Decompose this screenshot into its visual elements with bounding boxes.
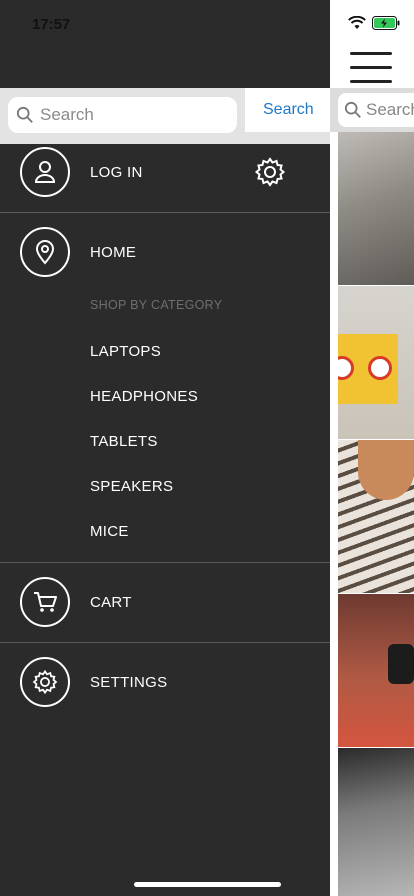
search-icon [344, 101, 361, 118]
settings-row[interactable]: SETTINGS [0, 657, 330, 707]
main-screen-peek: Search [330, 0, 414, 896]
category-laptops[interactable]: LAPTOPS [90, 343, 161, 360]
drawer-search-bar: Search Search [0, 88, 330, 144]
status-icons [348, 16, 400, 30]
shop-by-category-header: SHOP BY CATEGORY [90, 298, 223, 312]
home-indicator[interactable] [134, 882, 281, 887]
settings-gear-icon[interactable] [254, 156, 286, 193]
home-label: HOME [90, 243, 137, 261]
gear-icon [20, 657, 70, 707]
category-tile-image[interactable] [338, 286, 414, 440]
divider [0, 562, 330, 563]
drawer-search-input[interactable]: Search [8, 97, 237, 133]
home-row[interactable]: HOME [0, 227, 330, 277]
cart-icon [20, 577, 70, 627]
search-placeholder: Search [40, 105, 94, 124]
category-tile-image[interactable] [338, 594, 414, 748]
hamburger-menu-icon[interactable] [350, 52, 392, 83]
status-time-drawer: 17:57 [32, 16, 71, 33]
cart-label: CART [90, 593, 132, 611]
battery-charging-icon [372, 16, 400, 30]
category-mice[interactable]: MICE [90, 523, 129, 540]
search-icon [16, 106, 33, 123]
main-search-placeholder: Search [366, 100, 414, 119]
user-icon [20, 147, 70, 197]
category-tile-image[interactable] [338, 440, 414, 594]
location-pin-icon [20, 227, 70, 277]
settings-label: SETTINGS [90, 673, 168, 691]
main-search-bar: Search [330, 88, 414, 132]
category-headphones[interactable]: HEADPHONES [90, 388, 198, 405]
search-button-area: Search [245, 88, 330, 132]
login-label: LOG IN [90, 163, 143, 181]
category-tile-image[interactable] [338, 132, 414, 286]
divider [0, 642, 330, 643]
divider [0, 212, 330, 213]
wifi-icon [348, 16, 366, 29]
category-tablets[interactable]: TABLETS [90, 433, 158, 450]
search-button[interactable]: Search [263, 101, 314, 119]
main-search-input[interactable]: Search [338, 93, 414, 127]
category-speakers[interactable]: SPEAKERS [90, 478, 173, 495]
cart-row[interactable]: CART [0, 577, 330, 627]
side-drawer: 17:57 Search Search LOG IN HOME SHOP BY … [0, 0, 330, 896]
category-tiles [338, 132, 414, 896]
category-tile-image[interactable] [338, 748, 414, 896]
